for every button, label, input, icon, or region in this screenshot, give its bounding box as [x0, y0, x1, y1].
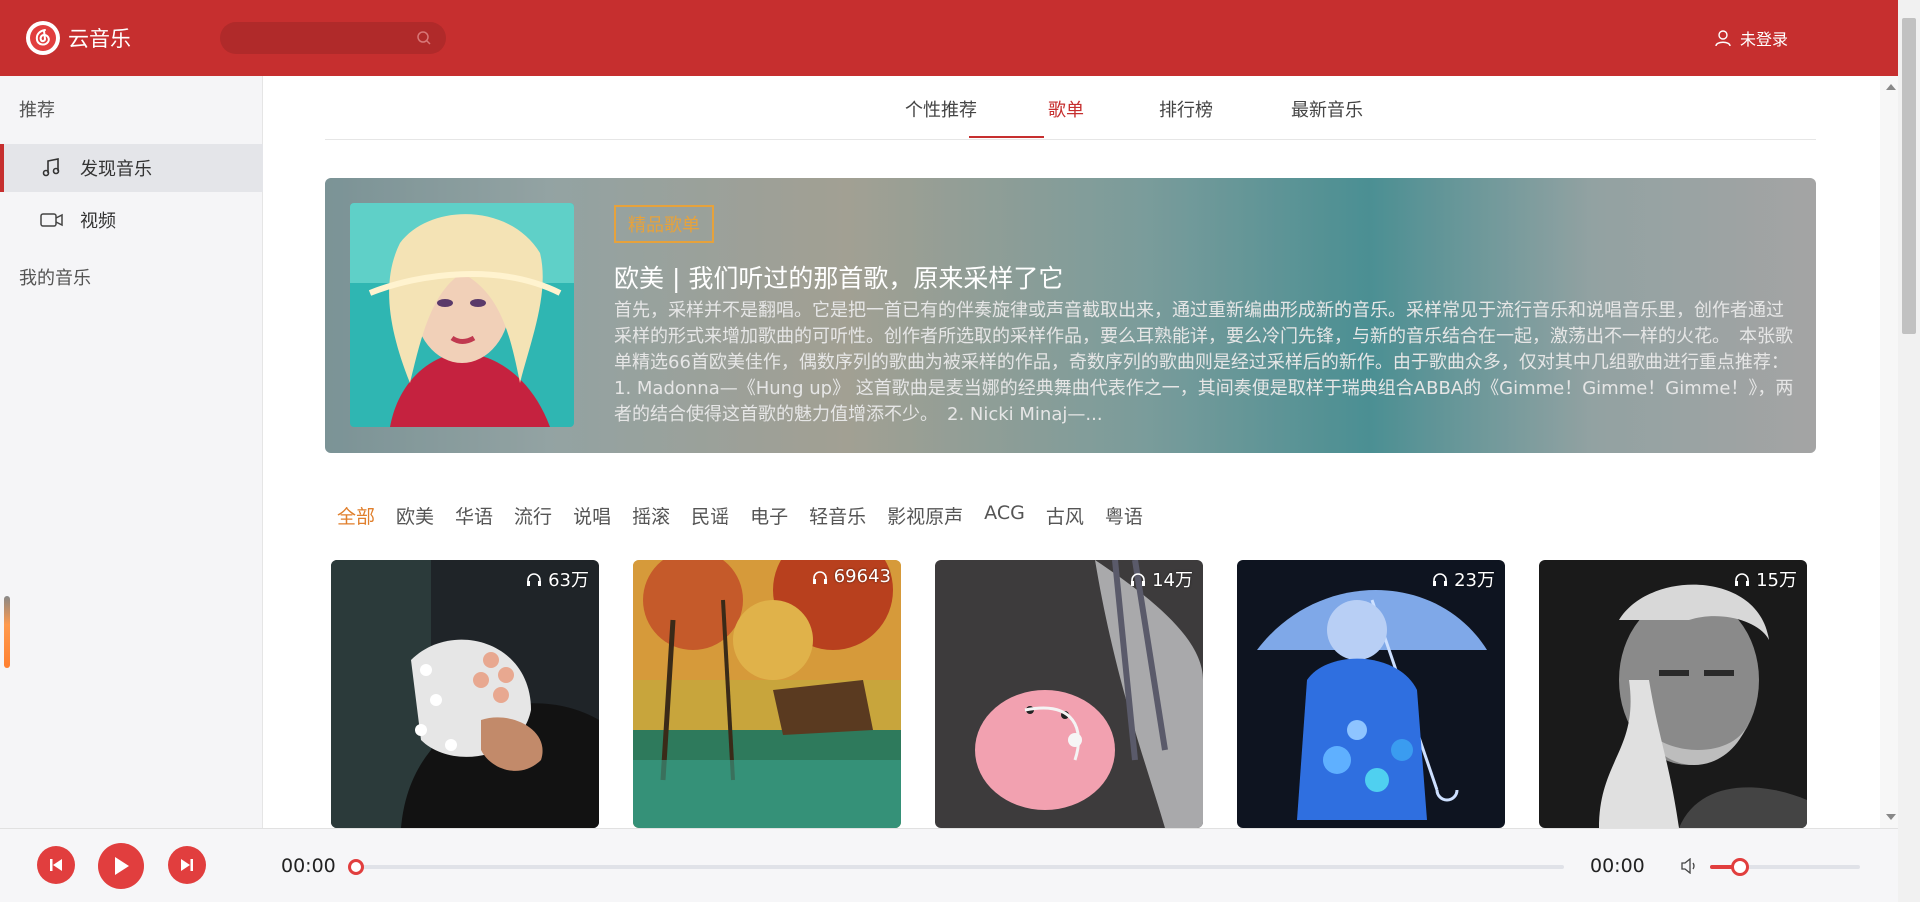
category-western[interactable]: 欧美 [396, 502, 434, 529]
headphones-icon [527, 573, 542, 586]
category-rap[interactable]: 说唱 [573, 502, 611, 529]
tab-personal-recommend[interactable]: 个性推荐 [905, 96, 977, 140]
category-cantonese[interactable]: 粤语 [1105, 502, 1143, 529]
tab-bar: 个性推荐 歌单 排行榜 最新音乐 [325, 76, 1816, 140]
skip-previous-icon [50, 859, 62, 871]
current-time: 00:00 [281, 855, 336, 877]
tab-charts[interactable]: 排行榜 [1159, 96, 1213, 140]
app-logo[interactable]: 云音乐 [26, 21, 131, 55]
category-light-music[interactable]: 轻音乐 [809, 502, 866, 529]
play-icon [115, 857, 129, 875]
login-label: 未登录 [1739, 30, 1788, 49]
content-scrollbar[interactable] [1880, 76, 1898, 828]
sidebar-section-my-music[interactable]: 我的音乐 [0, 264, 91, 290]
progress-bar[interactable] [348, 859, 1564, 875]
tab-playlists[interactable]: 歌单 [1048, 96, 1084, 140]
previous-track-button[interactable] [37, 846, 75, 884]
headphones-icon [1735, 573, 1750, 586]
search-box[interactable] [220, 22, 446, 54]
playlist-card[interactable]: 23万 [1237, 560, 1505, 828]
category-pop[interactable]: 流行 [514, 502, 552, 529]
app-window: 云音乐 未登录 推荐 发现音乐 视频 我的音乐 个性推荐 歌单 排行榜 最新音乐… [0, 0, 1920, 902]
sidebar-scroll-indicator[interactable] [4, 596, 10, 668]
headphones-icon [812, 570, 827, 584]
playlist-card[interactable]: 69643 [633, 560, 901, 828]
category-rock[interactable]: 摇滚 [632, 502, 670, 529]
volume-slider[interactable] [1710, 858, 1860, 876]
tab-new-music[interactable]: 最新音乐 [1291, 96, 1363, 140]
category-chinese[interactable]: 华语 [455, 502, 493, 529]
app-name: 云音乐 [68, 27, 131, 51]
category-acg[interactable]: ACG [984, 502, 1025, 529]
category-folk[interactable]: 民谣 [691, 502, 729, 529]
scroll-down-icon[interactable] [1886, 814, 1896, 820]
volume-handle[interactable] [1731, 858, 1749, 876]
active-tab-underline [969, 136, 1044, 138]
volume-icon[interactable] [1680, 858, 1698, 874]
sidebar-item-video[interactable]: 视频 [0, 196, 263, 244]
music-note-icon [40, 157, 66, 179]
play-button[interactable] [98, 843, 144, 889]
banner-title[interactable]: 欧美 | 我们听过的那首歌，原来采样了它 [614, 259, 1063, 295]
headphones-icon [1131, 573, 1146, 586]
featured-playlist-banner[interactable]: 精品歌单 欧美 | 我们听过的那首歌，原来采样了它 首先，采样并不是翻唱。它是把… [325, 178, 1816, 453]
category-all[interactable]: 全部 [337, 502, 375, 529]
next-track-button[interactable] [168, 846, 206, 884]
play-count: 15万 [1734, 566, 1797, 592]
category-soundtrack[interactable]: 影视原声 [887, 502, 963, 529]
play-count: 14万 [1130, 566, 1193, 592]
main-content: 个性推荐 歌单 排行榜 最新音乐 精品歌单 欧美 | 我们听过的那首歌，原来采样… [264, 76, 1880, 828]
sidebar: 推荐 发现音乐 视频 我的音乐 [0, 76, 263, 828]
banner-description: 首先，采样并不是翻唱。它是把一首已有的伴奏旋律或声音截取出来，通过重新编曲形成新… [614, 300, 1794, 425]
playlist-card[interactable]: 15万 [1539, 560, 1807, 828]
sidebar-item-discover-music[interactable]: 发现音乐 [0, 144, 263, 192]
player-bar: 00:00 00:00 [0, 828, 1898, 902]
playlist-card[interactable]: 14万 [935, 560, 1203, 828]
headphones-icon [1433, 573, 1448, 586]
top-header: 云音乐 未登录 [0, 0, 1898, 76]
sidebar-section-recommend: 推荐 [19, 100, 55, 121]
banner-tag: 精品歌单 [614, 205, 714, 243]
total-time: 00:00 [1590, 855, 1645, 877]
play-count: 63万 [526, 566, 589, 592]
sidebar-item-label: 视频 [80, 211, 116, 232]
play-count: 69643 [812, 566, 891, 587]
user-icon [1715, 30, 1731, 47]
skip-next-icon [181, 859, 193, 871]
play-count: 23万 [1432, 566, 1495, 592]
category-filter: 全部 欧美 华语 流行 说唱 摇滚 民谣 电子 轻音乐 影视原声 ACG 古风 … [337, 502, 1164, 529]
category-ancient-style[interactable]: 古风 [1046, 502, 1084, 529]
featured-playlist-cover[interactable] [350, 203, 574, 427]
category-electronic[interactable]: 电子 [750, 502, 788, 529]
playlist-card[interactable]: 63万 [331, 560, 599, 828]
netease-logo-icon [26, 21, 60, 55]
window-scrollbar[interactable] [1898, 0, 1920, 902]
scrollbar-thumb[interactable] [1902, 18, 1916, 334]
playlist-grid: 63万 69643 14万 23万 15万 [331, 560, 1841, 828]
login-button[interactable]: 未登录 [1714, 26, 1788, 50]
progress-handle[interactable] [348, 859, 364, 875]
sidebar-item-label: 发现音乐 [80, 159, 152, 180]
video-camera-icon [40, 211, 66, 229]
scroll-up-icon[interactable] [1886, 84, 1896, 90]
